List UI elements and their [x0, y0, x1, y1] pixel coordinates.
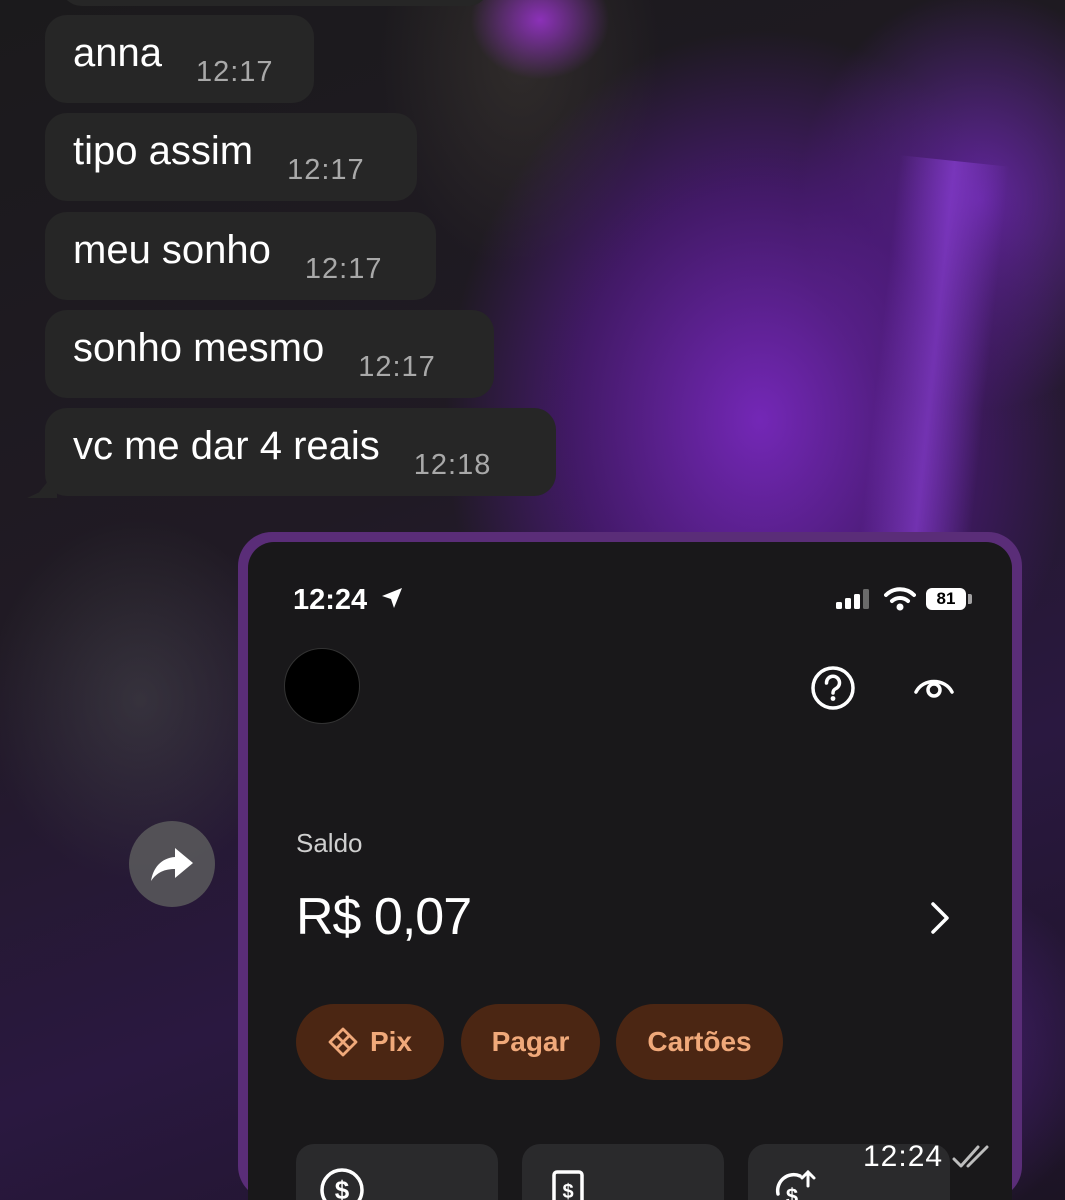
forward-arrow-icon [151, 848, 193, 881]
shortcut-card: $ [522, 1144, 724, 1200]
screenshot-image: 12:24 81 Saldo R$ 0,07 Pix Pagar Cartões… [248, 542, 1012, 1200]
message-text: sonho mesmo [73, 326, 325, 370]
message-text: tipo assim [73, 129, 254, 173]
read-double-check-icon [952, 1145, 989, 1168]
image-message-time: 12:24 [863, 1140, 944, 1173]
pagar-button: Pagar [461, 1004, 600, 1080]
pix-button-label: Pix [369, 1026, 413, 1057]
battery-icon: 81 [926, 588, 966, 610]
balance-value: R$ 0,07 [296, 888, 472, 946]
svg-text:$: $ [786, 1184, 798, 1200]
shortcut-card: $ [296, 1144, 498, 1200]
help-circle-icon [811, 666, 855, 710]
dollar-circle-icon: $ [320, 1168, 364, 1200]
pagar-button-label: Pagar [491, 1026, 570, 1057]
message-text: anna [73, 31, 162, 75]
wallpaper-detail [470, 0, 610, 80]
pix-button: Pix [296, 1004, 444, 1080]
message-bubble[interactable]: sonho mesmo 12:17 [45, 310, 494, 398]
message-text: meu sonho [73, 228, 271, 272]
svg-text:$: $ [335, 1175, 350, 1200]
message-time: 12:17 [195, 55, 274, 88]
chevron-right-icon [931, 902, 949, 934]
money-transfer-icon: $ [775, 1169, 816, 1200]
message-bubble[interactable]: meu sonho 12:17 [45, 212, 436, 300]
message-time: 12:17 [287, 153, 365, 186]
svg-text:$: $ [562, 1181, 573, 1200]
message-time: 12:17 [358, 350, 436, 383]
pix-icon [328, 1027, 358, 1057]
message-bubble[interactable]: anna 12:17 [45, 15, 314, 103]
barcode-card-icon: $ [552, 1170, 584, 1200]
message-bubble[interactable]: tipo assim 12:17 [45, 113, 417, 201]
previous-message-bubble[interactable] [60, 0, 490, 6]
message-time: 12:18 [413, 448, 492, 481]
wifi-icon [884, 587, 916, 611]
signal-icon [836, 589, 869, 609]
avatar [284, 648, 360, 724]
eye-icon [914, 679, 954, 698]
image-message[interactable]: 12:24 81 Saldo R$ 0,07 Pix Pagar Cartões… [238, 532, 1022, 1200]
status-bar-time: 12:24 [293, 584, 368, 616]
forward-button[interactable] [129, 821, 215, 907]
message-text: vc me dar 4 reais [73, 424, 380, 468]
message-time: 12:17 [304, 252, 383, 285]
balance-label: Saldo [296, 828, 363, 858]
battery-nub [968, 594, 972, 604]
location-arrow-icon [382, 588, 402, 608]
cartoes-button-label: Cartões [647, 1026, 752, 1057]
cartoes-button: Cartões [616, 1004, 783, 1080]
message-bubble[interactable]: vc me dar 4 reais 12:18 [45, 408, 556, 496]
